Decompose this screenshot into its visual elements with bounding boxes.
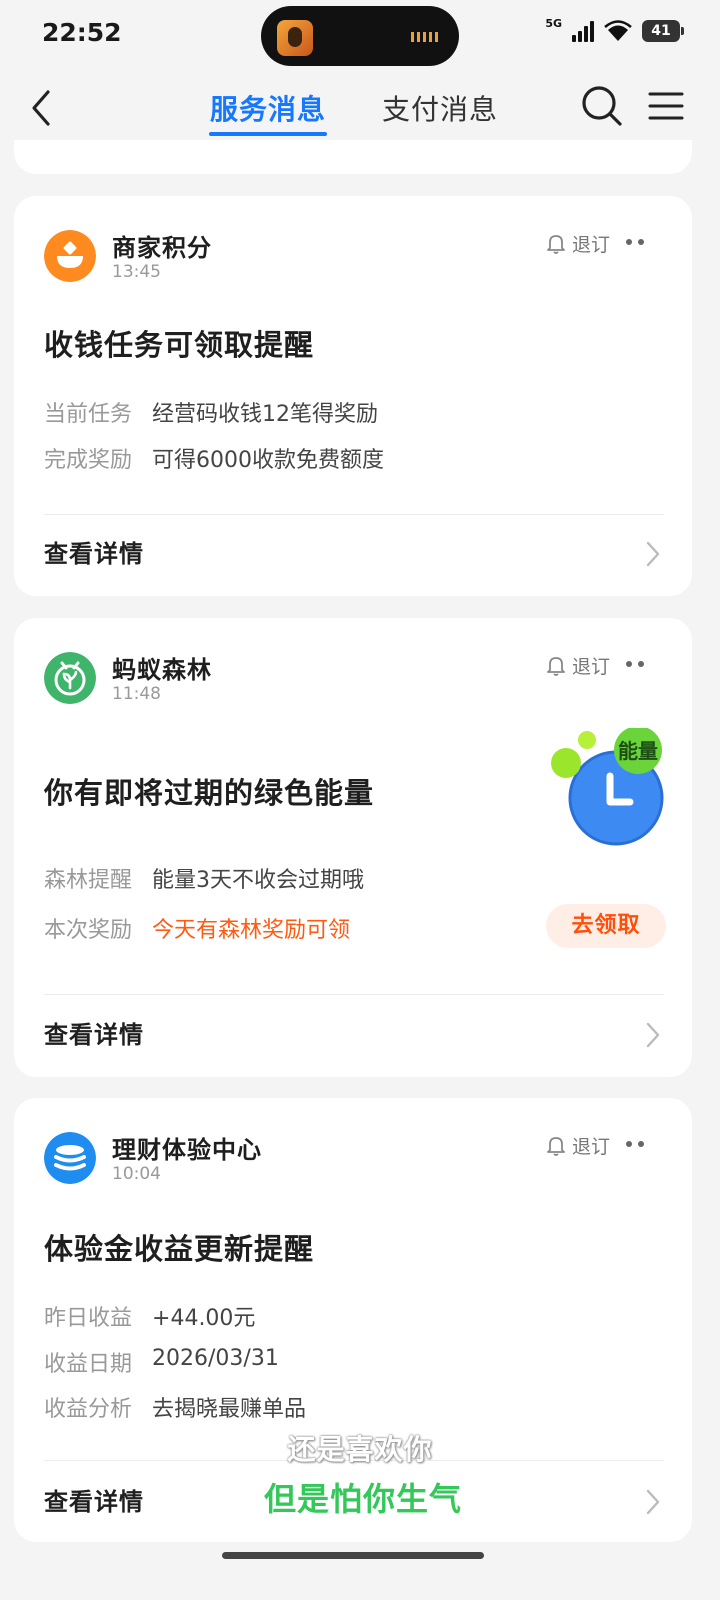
info-row: 当前任务 经营码收钱12笔得奖励 [44, 396, 378, 428]
divider [44, 994, 664, 995]
more-icon[interactable] [626, 1134, 650, 1154]
network-type: 5G [545, 16, 562, 30]
more-icon[interactable] [626, 232, 650, 252]
message-time: 10:04 [112, 1164, 161, 1184]
more-icon[interactable] [626, 654, 650, 674]
merchant-points-icon[interactable] [44, 230, 96, 282]
chevron-right-icon [646, 541, 660, 567]
source-name: 蚂蚁森林 [112, 656, 212, 684]
info-value: +44.00元 [152, 1306, 256, 1331]
wifi-icon [604, 20, 632, 41]
divider [44, 514, 664, 515]
unsubscribe-label: 退订 [571, 656, 610, 678]
info-key: 收益分析 [44, 1397, 133, 1422]
info-value: 能量3天不收会过期哦 [152, 868, 365, 893]
info-value: 经营码收钱12笔得奖励 [152, 402, 379, 427]
dynamic-island[interactable] [261, 6, 459, 66]
status-icons: 5G 41 [545, 16, 684, 42]
view-details-label: 查看详情 [44, 1021, 144, 1049]
bell-icon [547, 656, 565, 676]
info-row: 本次奖励 今天有森林奖励可领 [44, 912, 350, 944]
menu-icon[interactable] [648, 90, 684, 122]
chevron-right-icon [646, 1022, 660, 1048]
info-key: 完成奖励 [44, 448, 133, 473]
card-header: 蚂蚁森林 11:48 退订 [44, 650, 664, 704]
info-key: 森林提醒 [44, 868, 133, 893]
info-row: 昨日收益 +44.00元 [44, 1300, 255, 1332]
claim-button[interactable]: 去领取 [546, 904, 666, 948]
info-key: 昨日收益 [44, 1306, 133, 1331]
info-value: 今天有森林奖励可领 [152, 918, 351, 943]
subtitle-line-2: 但是怕你生气 [263, 1480, 462, 1518]
card-header: 理财体验中心 10:04 退订 [44, 1130, 664, 1184]
audio-wave-icon [411, 32, 441, 42]
card-title: 体验金收益更新提醒 [44, 1232, 315, 1266]
unsubscribe-button[interactable]: 退订 [546, 230, 610, 257]
info-row: 收益日期 2026/03/31 [44, 1346, 279, 1378]
home-indicator[interactable] [222, 1552, 484, 1559]
bell-icon [547, 1136, 565, 1156]
unsubscribe-label: 退订 [571, 234, 610, 256]
card-title: 收钱任务可领取提醒 [44, 328, 315, 362]
tab-service-messages[interactable]: 服务消息 [210, 88, 326, 128]
source-name: 商家积分 [112, 234, 212, 262]
signal-icon [572, 20, 594, 42]
info-value: 去揭晓最赚单品 [152, 1397, 307, 1422]
back-icon[interactable] [24, 86, 64, 130]
previous-card-bottom [14, 140, 692, 174]
source-name: 理财体验中心 [112, 1136, 262, 1164]
info-key: 收益日期 [44, 1352, 133, 1377]
tab-payment-messages[interactable]: 支付消息 [382, 88, 498, 128]
battery-icon: 41 [642, 20, 684, 42]
music-app-icon[interactable] [277, 20, 313, 56]
energy-clock-icon: 能量 [551, 728, 664, 846]
info-row: 森林提醒 能量3天不收会过期哦 [44, 862, 364, 894]
ant-forest-icon[interactable] [44, 652, 96, 704]
status-time: 22:52 [42, 18, 122, 47]
message-time: 13:45 [112, 262, 161, 282]
unsubscribe-button[interactable]: 退订 [546, 652, 610, 679]
view-details-label: 查看详情 [44, 540, 144, 568]
message-time: 11:48 [112, 684, 161, 704]
unsubscribe-button[interactable]: 退订 [546, 1132, 610, 1159]
view-details-row[interactable]: 查看详情 [44, 1015, 664, 1055]
card-title: 你有即将过期的绿色能量 [44, 776, 375, 810]
info-value: 2026/03/31 [152, 1346, 279, 1371]
wealth-center-icon[interactable] [44, 1132, 96, 1184]
subtitle-line-1: 还是喜欢你 [287, 1433, 433, 1466]
unsubscribe-label: 退订 [571, 1136, 610, 1158]
status-bar: 22:52 5G 41 [0, 0, 720, 72]
search-icon[interactable] [580, 84, 624, 128]
energy-badge: 能量 [618, 739, 658, 763]
nav-bar: 服务消息 支付消息 [0, 72, 720, 142]
info-row: 完成奖励 可得6000收款免费额度 [44, 442, 384, 474]
message-card: 蚂蚁森林 11:48 退订 你有即将过期的绿色能量 能量 森林提醒 能量3天不收… [14, 618, 692, 1077]
info-row: 收益分析 去揭晓最赚单品 [44, 1391, 306, 1423]
card-header: 商家积分 13:45 退订 [44, 228, 664, 282]
info-key: 当前任务 [44, 402, 133, 427]
message-card: 商家积分 13:45 退订 收钱任务可领取提醒 当前任务 经营码收钱12笔得奖励… [14, 196, 692, 596]
bell-icon [547, 234, 565, 254]
info-value: 可得6000收款免费额度 [152, 448, 385, 473]
info-key: 本次奖励 [44, 918, 133, 943]
view-details-row[interactable]: 查看详情 [44, 534, 664, 574]
active-tab-indicator [209, 132, 327, 136]
